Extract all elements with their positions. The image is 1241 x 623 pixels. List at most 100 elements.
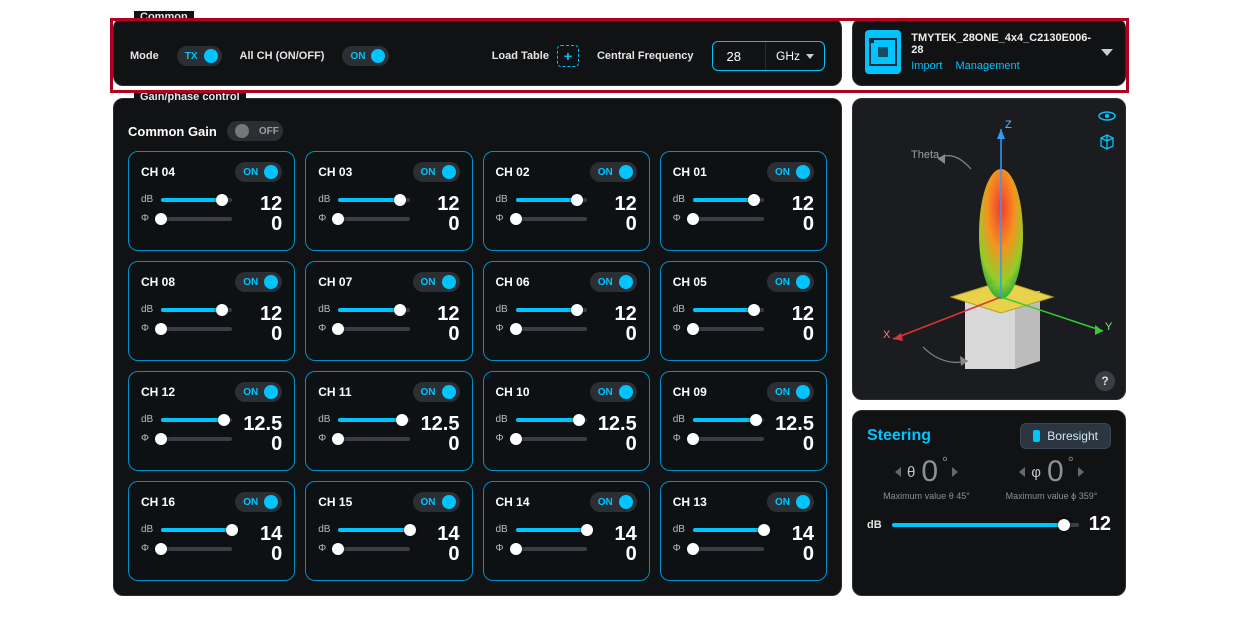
db-slider[interactable] (693, 528, 764, 532)
phi-increment[interactable] (1078, 467, 1084, 477)
slider-thumb[interactable] (571, 194, 583, 206)
boresight-button[interactable]: Boresight (1020, 423, 1111, 449)
channel-toggle[interactable]: ON (235, 272, 282, 292)
steer-db-slider[interactable] (892, 523, 1079, 527)
slider-thumb[interactable] (750, 414, 762, 426)
db-slider[interactable] (161, 528, 232, 532)
slider-thumb[interactable] (396, 414, 408, 426)
slider-thumb[interactable] (394, 304, 406, 316)
slider-thumb[interactable] (155, 323, 167, 335)
db-slider[interactable] (338, 308, 409, 312)
slider-thumb[interactable] (216, 194, 228, 206)
phi-slider[interactable] (693, 217, 764, 221)
db-slider[interactable] (693, 418, 764, 422)
slider-thumb[interactable] (332, 323, 344, 335)
rotate-view-icon[interactable] (1097, 107, 1117, 125)
channel-toggle[interactable]: ON (590, 492, 637, 512)
db-slider[interactable] (161, 198, 232, 202)
channel-toggle[interactable]: ON (413, 492, 460, 512)
db-slider[interactable] (161, 308, 232, 312)
channel-toggle[interactable]: ON (767, 382, 814, 402)
phi-slider[interactable] (338, 437, 409, 441)
slider-thumb[interactable] (1058, 519, 1070, 531)
beam-visualization[interactable]: Z X Y Theta ? (852, 98, 1126, 400)
slider-thumb[interactable] (581, 524, 593, 536)
db-slider[interactable] (516, 198, 587, 202)
slider-thumb[interactable] (510, 543, 522, 555)
db-slider[interactable] (338, 198, 409, 202)
phi-slider[interactable] (161, 217, 232, 221)
slider-thumb[interactable] (332, 543, 344, 555)
phi-slider[interactable] (693, 437, 764, 441)
channel-toggle[interactable]: ON (767, 162, 814, 182)
db-slider[interactable] (338, 528, 409, 532)
slider-thumb[interactable] (687, 543, 699, 555)
phi-slider[interactable] (516, 437, 587, 441)
slider-thumb[interactable] (510, 433, 522, 445)
db-slider[interactable] (338, 418, 409, 422)
channel-toggle[interactable]: ON (590, 382, 637, 402)
channel-toggle[interactable]: ON (413, 382, 460, 402)
phi-slider[interactable] (161, 547, 232, 551)
common-gain-toggle[interactable]: OFF (227, 121, 283, 141)
channel-toggle[interactable]: ON (413, 272, 460, 292)
slider-thumb[interactable] (687, 213, 699, 225)
phi-slider[interactable] (338, 547, 409, 551)
theta-value[interactable]: 0 (921, 457, 948, 487)
slider-thumb[interactable] (687, 323, 699, 335)
slider-thumb[interactable] (226, 524, 238, 536)
help-button[interactable]: ? (1095, 371, 1115, 391)
channel-toggle[interactable]: ON (590, 162, 637, 182)
load-table-button[interactable]: + (557, 45, 579, 67)
slider-thumb[interactable] (758, 524, 770, 536)
db-slider[interactable] (693, 198, 764, 202)
phi-slider[interactable] (516, 547, 587, 551)
slider-thumb[interactable] (216, 304, 228, 316)
theta-increment[interactable] (952, 467, 958, 477)
db-slider[interactable] (516, 418, 587, 422)
allch-toggle[interactable]: ON (342, 46, 389, 66)
slider-thumb[interactable] (155, 543, 167, 555)
channel-toggle[interactable]: ON (413, 162, 460, 182)
mode-toggle[interactable]: TX (177, 46, 222, 66)
phi-slider[interactable] (516, 217, 587, 221)
phi-slider[interactable] (693, 547, 764, 551)
slider-thumb[interactable] (510, 213, 522, 225)
phi-slider[interactable] (338, 327, 409, 331)
slider-thumb[interactable] (332, 213, 344, 225)
slider-thumb[interactable] (573, 414, 585, 426)
slider-thumb[interactable] (748, 194, 760, 206)
phi-slider[interactable] (161, 327, 232, 331)
phi-slider[interactable] (161, 437, 232, 441)
slider-thumb[interactable] (748, 304, 760, 316)
db-slider[interactable] (693, 308, 764, 312)
db-slider[interactable] (516, 528, 587, 532)
db-slider[interactable] (516, 308, 587, 312)
phi-value[interactable]: 0 (1047, 457, 1074, 487)
device-card[interactable]: TMYTEK_28ONE_4x4_C2130E006-28 Import Man… (852, 18, 1126, 86)
slider-thumb[interactable] (394, 194, 406, 206)
channel-toggle[interactable]: ON (235, 382, 282, 402)
phi-slider[interactable] (516, 327, 587, 331)
slider-thumb[interactable] (218, 414, 230, 426)
theta-decrement[interactable] (895, 467, 901, 477)
channel-toggle[interactable]: ON (767, 492, 814, 512)
device-management-link[interactable]: Management (955, 60, 1019, 72)
chevron-down-icon[interactable] (1101, 49, 1113, 56)
slider-thumb[interactable] (404, 524, 416, 536)
slider-thumb[interactable] (571, 304, 583, 316)
central-freq-input[interactable]: 28 GHz (712, 41, 825, 71)
cube-view-icon[interactable] (1097, 133, 1117, 151)
slider-thumb[interactable] (155, 213, 167, 225)
channel-toggle[interactable]: ON (590, 272, 637, 292)
phi-slider[interactable] (338, 217, 409, 221)
slider-thumb[interactable] (687, 433, 699, 445)
slider-thumb[interactable] (332, 433, 344, 445)
db-slider[interactable] (161, 418, 232, 422)
device-import-link[interactable]: Import (911, 60, 942, 72)
channel-toggle[interactable]: ON (767, 272, 814, 292)
slider-thumb[interactable] (155, 433, 167, 445)
slider-thumb[interactable] (510, 323, 522, 335)
channel-toggle[interactable]: ON (235, 492, 282, 512)
phi-decrement[interactable] (1019, 467, 1025, 477)
